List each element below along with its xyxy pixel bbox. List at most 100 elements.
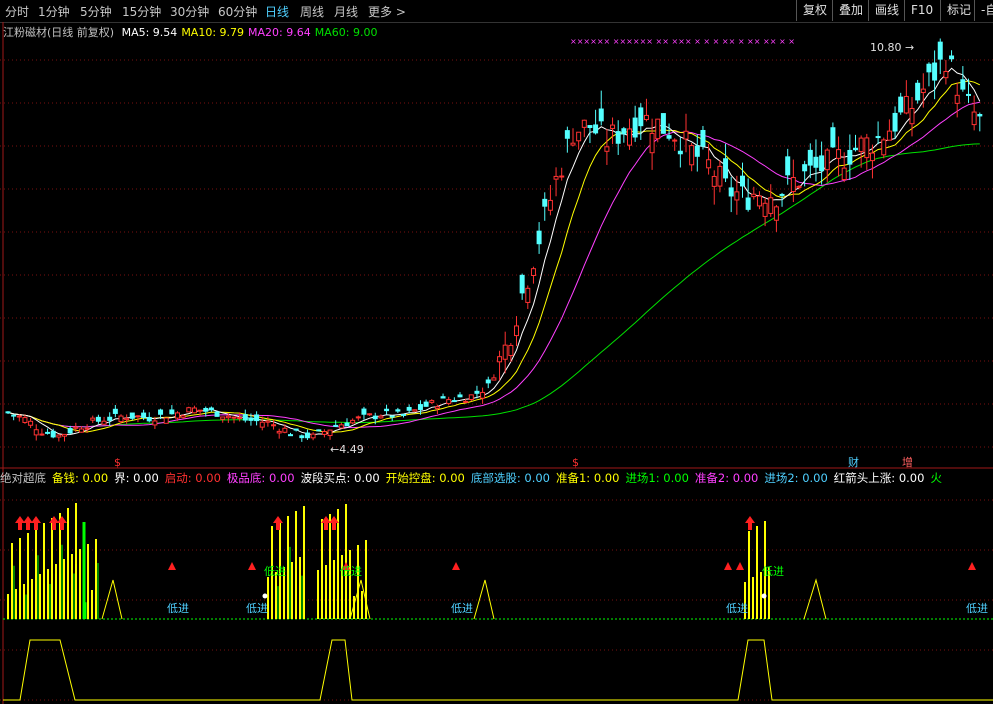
candle-body xyxy=(141,412,147,418)
red-marker xyxy=(968,562,976,570)
top-marks: ×××××× ×××××× ×× ××× × × × ×× × ×× ×× × … xyxy=(570,37,795,46)
candle-body xyxy=(689,145,695,166)
candle-body xyxy=(756,195,762,207)
event-marker: $ xyxy=(114,456,121,469)
red-marker xyxy=(168,562,176,570)
candle-body xyxy=(293,428,299,431)
candle-body xyxy=(610,124,616,129)
candle-body xyxy=(926,63,932,73)
candle-body xyxy=(627,128,632,146)
candle-body xyxy=(553,175,559,180)
low-price-label: ←4.49 xyxy=(330,443,364,456)
candle-body xyxy=(773,206,779,221)
red-marker xyxy=(724,562,732,570)
indicator-legend-item-5: 波段买点: 0.00 xyxy=(300,471,380,485)
candle-body xyxy=(694,145,700,157)
candle-body xyxy=(830,127,836,148)
signal-label: 低进 xyxy=(167,602,189,615)
candle-body xyxy=(768,197,774,214)
indicator-legend-item-11: 进场2: 0.00 xyxy=(764,471,828,485)
candle-body xyxy=(587,125,593,128)
candle-body xyxy=(237,417,243,420)
candle-body xyxy=(304,432,310,439)
candle-body xyxy=(316,429,322,432)
candle-body xyxy=(175,412,180,419)
candle-body xyxy=(39,433,45,436)
candle-body xyxy=(406,406,412,411)
indicator-triangle xyxy=(803,578,827,620)
candle-body xyxy=(960,79,966,90)
candle-body xyxy=(401,413,406,416)
candle-body xyxy=(853,147,858,151)
candle-body xyxy=(937,41,943,60)
candle-body xyxy=(898,96,904,113)
candle-body xyxy=(152,420,158,426)
candle-body xyxy=(372,415,378,420)
candle-body xyxy=(468,394,474,400)
indicator-legend-item-8: 准备1: 0.00 xyxy=(555,471,620,485)
red-up-arrow xyxy=(57,516,67,530)
red-marker xyxy=(736,562,744,570)
candle-body xyxy=(84,427,90,430)
candle-body xyxy=(361,408,367,415)
red-up-arrow xyxy=(273,516,283,530)
candle-body xyxy=(807,149,813,166)
candle-body xyxy=(378,415,384,419)
indicator-legend-item-6: 开始控盘: 0.00 xyxy=(385,471,465,485)
candle-body xyxy=(576,131,582,142)
candle-body xyxy=(881,139,887,156)
candle-body xyxy=(90,417,96,421)
candle-body xyxy=(384,408,390,412)
candle-body xyxy=(118,415,124,423)
price-chart[interactable]: 10.80 → ←4.49 ×××××× ×××××× ×× ××× × × × ×… xyxy=(0,0,993,704)
candle-body xyxy=(22,417,28,423)
candle-body xyxy=(73,426,79,429)
candle-body xyxy=(327,429,333,437)
candle-body xyxy=(259,421,265,428)
signal-label: 低进 xyxy=(264,565,286,578)
candle-body xyxy=(129,412,135,419)
candle-body xyxy=(604,146,610,152)
indicator-legend-item-13: 火 xyxy=(930,471,942,485)
candle-body xyxy=(920,88,926,94)
candle-body xyxy=(225,415,231,419)
candle-body xyxy=(762,202,768,217)
candle-body xyxy=(203,407,209,412)
candle-body xyxy=(570,142,576,146)
indicator-legend-item-1: 备钱: 0.00 xyxy=(52,471,109,485)
candle-body xyxy=(666,135,672,139)
candle-body xyxy=(519,274,525,294)
candle-body xyxy=(858,137,864,153)
candle-body xyxy=(530,268,536,276)
candle-body xyxy=(457,394,463,398)
candle-body xyxy=(242,414,248,421)
candle-body xyxy=(943,71,949,79)
candle-body xyxy=(254,414,260,422)
candle-body xyxy=(514,325,519,337)
signal-label: 低进 xyxy=(451,602,473,615)
candle-body xyxy=(95,416,101,422)
candle-body xyxy=(740,175,745,187)
candle-body xyxy=(841,167,847,181)
candle-body xyxy=(5,411,11,414)
indicator-legend-item-3: 启动: 0.00 xyxy=(164,471,221,485)
candle-body xyxy=(796,185,802,188)
indicator-legend-item-12: 红箭头上涨: 0.00 xyxy=(833,471,925,485)
candle-body xyxy=(197,409,203,412)
candle-body xyxy=(677,150,683,155)
candle-body xyxy=(62,433,67,437)
candle-body xyxy=(67,428,73,434)
candle-body xyxy=(559,175,565,178)
candle-body xyxy=(643,114,649,121)
indicator-legend-item-7: 底部选股: 0.00 xyxy=(470,471,550,485)
candle-body xyxy=(745,197,751,210)
candle-body xyxy=(11,414,17,417)
candle-body xyxy=(474,390,480,394)
candle-body xyxy=(864,137,870,159)
high-price-label: 10.80 → xyxy=(870,41,914,54)
candle-body xyxy=(977,113,983,117)
indicator-legend-item-0: 绝对超底 xyxy=(0,471,46,485)
candle-body xyxy=(819,155,825,172)
candle-body xyxy=(508,344,514,357)
candle-body xyxy=(367,413,373,416)
